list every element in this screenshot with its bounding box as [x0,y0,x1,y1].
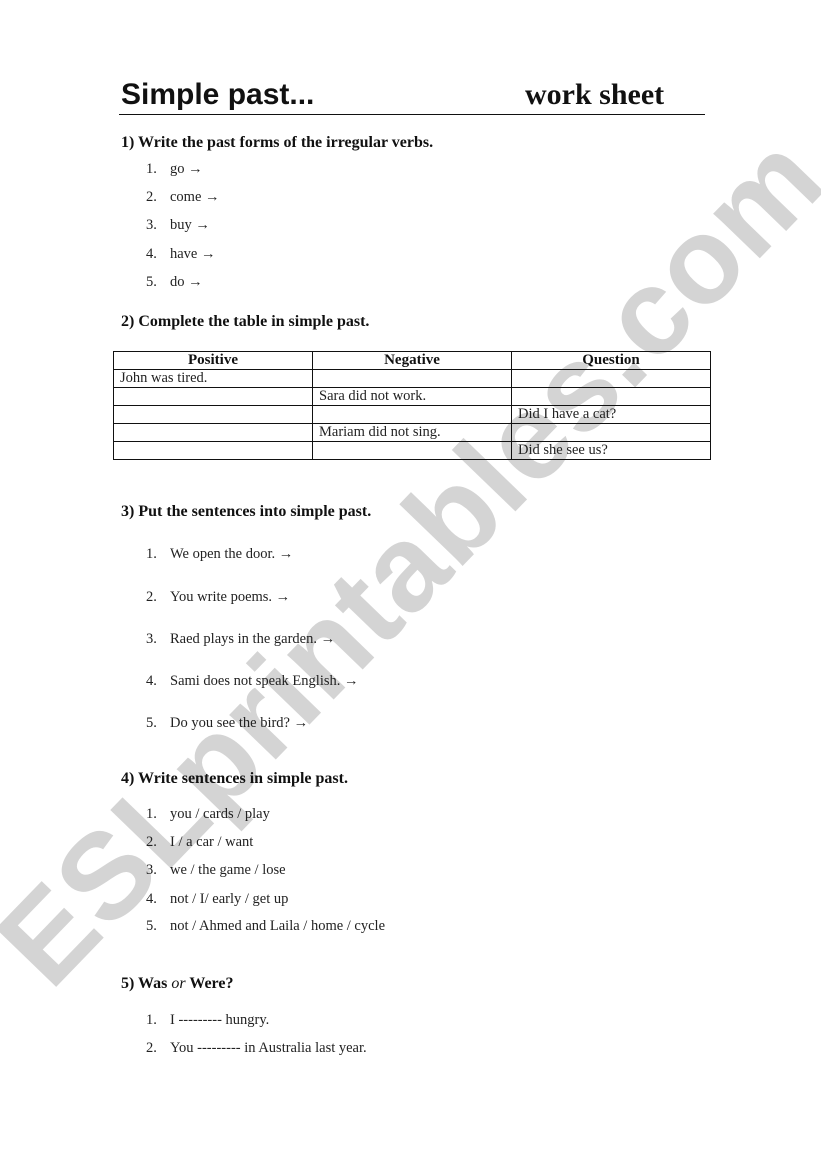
list-item: 4. not / I/ early / get up [146,891,289,907]
list-item: 3. we / the game / lose [146,862,286,878]
section-2-heading: 2) Complete the table in simple past. [121,313,370,330]
list-item: 5. do → [146,274,203,290]
table-row: Mariam did not sing. [113,423,711,442]
list-item: 3. buy → [146,217,210,233]
table-cell[interactable] [511,423,711,442]
column-header-positive: Positive [113,351,313,370]
list-item: 2. You --------- in Australia last year. [146,1040,367,1056]
column-header-negative: Negative [312,351,512,370]
list-item: 1. I --------- hungry. [146,1012,270,1028]
table-row: Did I have a cat? [113,405,711,424]
list-item: 4. have → [146,246,216,262]
list-item: 1. you / cards / play [146,806,270,822]
list-item: 2. I / a car / want [146,834,254,850]
table-cell[interactable] [113,423,313,442]
list-item: 1. We open the door. → [146,546,294,562]
list-item: 5. not / Ahmed and Laila / home / cycle [146,918,386,934]
table-row: Sara did not work. [113,387,711,406]
title-subtitle: work sheet [525,78,665,111]
table-cell[interactable] [312,405,512,424]
table-cell[interactable] [113,387,313,406]
table-cell[interactable]: Sara did not work. [312,387,512,406]
column-header-question: Question [511,351,711,370]
table-cell[interactable] [312,441,512,460]
title-main: Simple past... [121,78,315,111]
list-item: 5. Do you see the bird? → [146,715,309,731]
table-cell[interactable]: Did she see us? [511,441,711,460]
section-3-heading: 3) Put the sentences into simple past. [121,503,372,520]
section-1-heading: 1) Write the past forms of the irregular… [121,134,434,151]
table-cell[interactable] [113,441,313,460]
title-row: Simple past... work sheet [119,76,705,115]
list-item: 1. go → [146,161,203,177]
table-cell[interactable]: Mariam did not sing. [312,423,512,442]
section-5-heading: 5) Was or Were? [121,975,234,992]
section-4-heading: 4) Write sentences in simple past. [121,770,348,787]
list-item: 2. come → [146,189,220,205]
table-header-row: Positive Negative Question [113,351,711,370]
list-item: 3. Raed plays in the garden. → [146,631,336,647]
table-cell[interactable] [511,369,711,388]
table-row: John was tired. [113,369,711,388]
worksheet-page: Simple past... work sheet 1) Write the p… [0,0,821,1169]
table-cell[interactable] [312,369,512,388]
table-cell[interactable] [113,405,313,424]
table-cell[interactable] [511,387,711,406]
table-row: Did she see us? [113,441,711,460]
table-cell[interactable]: John was tired. [113,369,313,388]
list-item: 4. Sami does not speak English. → [146,673,359,689]
table-cell[interactable]: Did I have a cat? [511,405,711,424]
list-item: 2. You write poems. → [146,589,291,605]
tense-table: Positive Negative Question John was tire… [113,351,711,460]
